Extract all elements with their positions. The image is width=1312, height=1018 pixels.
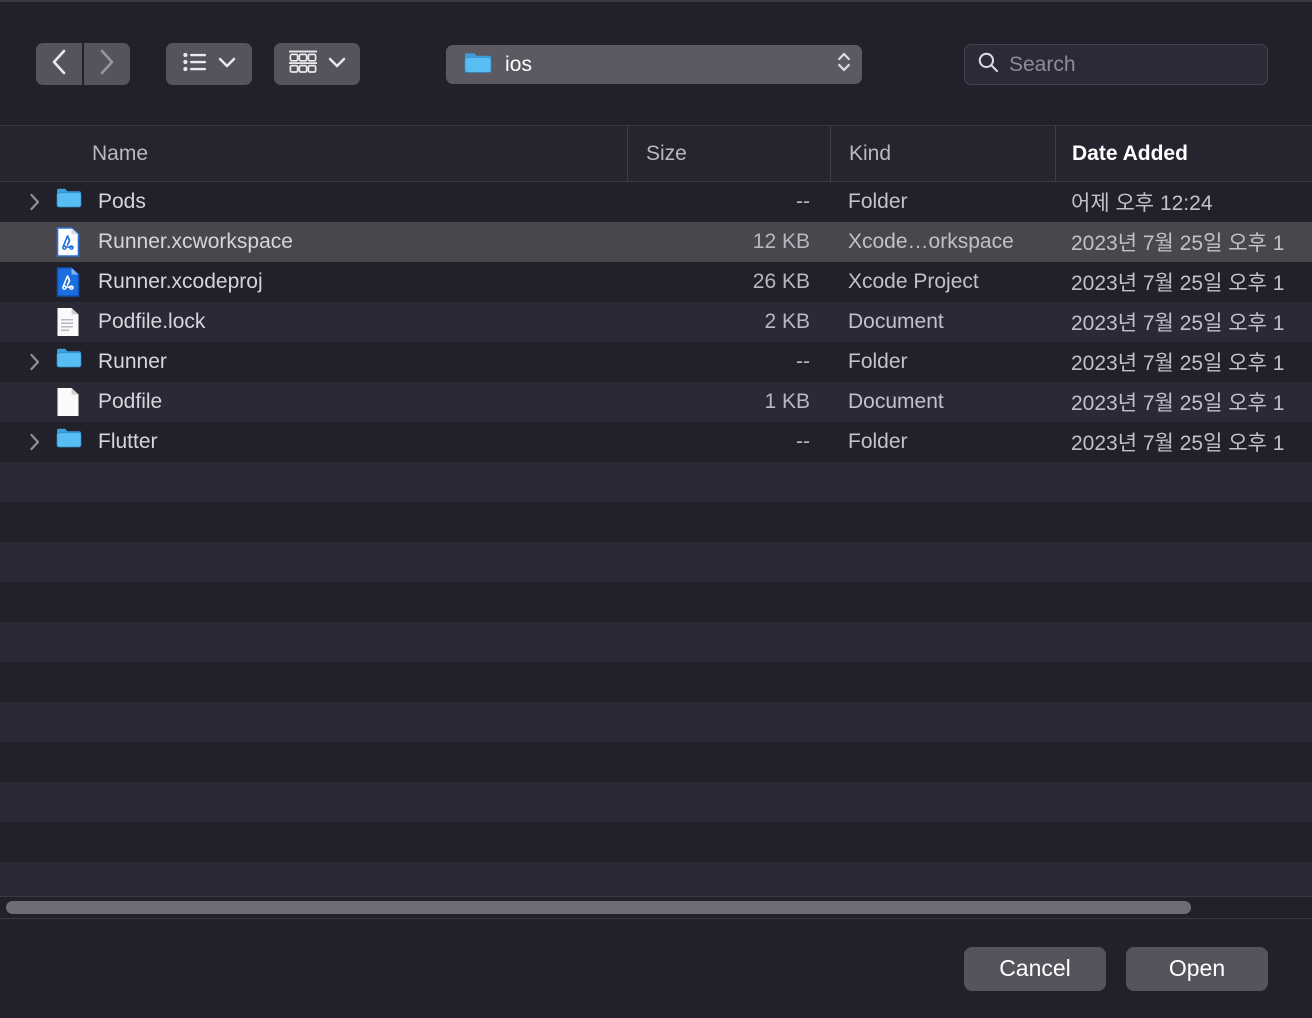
- file-date-added-cell: 2023년 7월 25일 오후 1: [1071, 392, 1285, 415]
- file-name-label: Podfile: [98, 390, 163, 413]
- grid-view-icon: [288, 50, 317, 77]
- file-name-label: Podfile.lock: [98, 310, 206, 333]
- dialog-footer: Cancel Open: [0, 918, 1312, 1018]
- folder-icon: [56, 427, 82, 457]
- blank-document-icon: [56, 387, 82, 417]
- file-kind-cell: Xcode Project: [848, 270, 979, 293]
- text-document-icon: [56, 307, 82, 337]
- file-size-cell: --: [796, 430, 810, 453]
- file-name-cell: Flutter: [0, 427, 627, 457]
- file-date-added-cell: 2023년 7월 25일 오후 1: [1071, 432, 1285, 455]
- file-name-cell: Podfile.lock: [0, 307, 627, 337]
- forward-button[interactable]: [84, 42, 130, 85]
- file-date-added-cell: 2023년 7월 25일 오후 1: [1071, 232, 1285, 255]
- column-header-size-label: Size: [646, 141, 687, 165]
- dialog-toolbar: ios: [0, 2, 1312, 125]
- empty-row: [0, 502, 1312, 542]
- empty-row: [0, 702, 1312, 742]
- magnifier-icon: [977, 51, 999, 78]
- table-row[interactable]: Pods -- Folder 어제 오후 12:24: [0, 182, 1312, 222]
- chevron-right-icon: [99, 49, 115, 78]
- chevron-down-icon: [218, 56, 236, 71]
- list-view-icon: [182, 52, 207, 75]
- file-kind-cell: Folder: [848, 350, 908, 373]
- column-header-kind-label: Kind: [849, 141, 892, 165]
- xcode-workspace-icon: [56, 227, 82, 257]
- column-header-date-added[interactable]: Date Added: [1055, 126, 1312, 181]
- empty-row: [0, 622, 1312, 662]
- empty-row: [0, 462, 1312, 502]
- view-mode-button[interactable]: [166, 42, 252, 85]
- column-header-date-added-label: Date Added: [1072, 141, 1188, 165]
- file-name-cell: Runner.xcodeproj: [0, 267, 627, 297]
- table-row[interactable]: Runner.xcodeproj 26 KB Xcode Project 2023년 …: [0, 262, 1312, 302]
- up-down-chevron-icon: [836, 48, 852, 81]
- empty-row: [0, 822, 1312, 862]
- empty-row: [0, 742, 1312, 782]
- xcode-project-icon: [56, 267, 82, 297]
- file-name-label: Runner.xcworkspace: [98, 230, 293, 253]
- folder-icon: [56, 187, 82, 217]
- open-file-dialog: ios Name Size Ki: [0, 0, 1312, 1018]
- column-header-kind[interactable]: Kind: [830, 126, 1055, 181]
- horizontal-scrollbar-thumb[interactable]: [6, 901, 1191, 914]
- file-date-added-cell: 2023년 7월 25일 오후 1: [1071, 312, 1285, 335]
- file-name-cell: Runner: [0, 347, 627, 377]
- file-name-label: Runner: [98, 350, 167, 373]
- chevron-down-icon: [328, 56, 346, 71]
- file-date-added-cell: 2023년 7월 25일 오후 1: [1071, 352, 1285, 375]
- table-row[interactable]: Podfile 1 KB Document 2023년 7월 25일 오후 1: [0, 382, 1312, 422]
- empty-row: [0, 582, 1312, 622]
- file-name-label: Flutter: [98, 430, 158, 453]
- empty-row: [0, 782, 1312, 822]
- file-size-cell: --: [796, 350, 810, 373]
- file-kind-cell: Folder: [848, 430, 908, 453]
- folder-icon: [56, 347, 82, 377]
- open-button[interactable]: Open: [1126, 946, 1268, 991]
- file-name-label: Runner.xcodeproj: [98, 270, 263, 293]
- file-size-cell: 26 KB: [752, 270, 810, 293]
- column-header-name-label: Name: [92, 141, 149, 165]
- table-row[interactable]: Flutter -- Folder 2023년 7월 25일 오후 1: [0, 422, 1312, 462]
- file-name-label: Pods: [98, 190, 146, 213]
- disclosure-triangle-icon[interactable]: [24, 193, 46, 211]
- file-size-cell: 12 KB: [752, 230, 810, 253]
- folder-icon: [464, 51, 492, 79]
- file-size-cell: 2 KB: [764, 310, 810, 333]
- file-kind-cell: Xcode…orkspace: [848, 230, 1014, 253]
- search-input[interactable]: [1009, 52, 1280, 77]
- file-name-cell: Podfile: [0, 387, 627, 417]
- path-popup-button[interactable]: ios: [446, 45, 862, 84]
- column-header-size[interactable]: Size: [627, 126, 830, 181]
- file-date-added-cell: 2023년 7월 25일 오후 1: [1071, 272, 1285, 295]
- file-date-added-cell: 어제 오후 12:24: [1071, 192, 1213, 215]
- group-mode-button[interactable]: [274, 42, 360, 85]
- file-kind-cell: Document: [848, 310, 944, 333]
- disclosure-triangle-icon[interactable]: [24, 353, 46, 371]
- file-name-cell: Pods: [0, 187, 627, 217]
- path-label: ios: [505, 52, 533, 76]
- search-field[interactable]: [964, 44, 1280, 85]
- horizontal-scrollbar[interactable]: [0, 896, 1312, 918]
- empty-row: [0, 542, 1312, 582]
- cancel-button[interactable]: Cancel: [964, 946, 1106, 991]
- file-kind-cell: Folder: [848, 190, 908, 213]
- navigation-button-group: [36, 42, 130, 85]
- column-header-row: Name Size Kind Date Added: [0, 125, 1312, 182]
- file-kind-cell: Document: [848, 390, 944, 413]
- disclosure-triangle-icon[interactable]: [24, 433, 46, 451]
- table-row[interactable]: Podfile.lock 2 KB Document 2023년 7월 25일 오후 …: [0, 302, 1312, 342]
- column-header-name[interactable]: Name: [0, 126, 627, 181]
- back-button[interactable]: [36, 42, 82, 85]
- table-row[interactable]: Runner.xcworkspace 12 KB Xcode…orkspace 202…: [0, 222, 1312, 262]
- table-row[interactable]: Runner -- Folder 2023년 7월 25일 오후 1: [0, 342, 1312, 382]
- file-size-cell: 1 KB: [764, 390, 810, 413]
- file-name-cell: Runner.xcworkspace: [0, 227, 627, 257]
- file-list[interactable]: Pods -- Folder 어제 오후 12:24 Runner.xcworkspac…: [0, 182, 1312, 918]
- chevron-left-icon: [51, 49, 67, 78]
- file-size-cell: --: [796, 190, 810, 213]
- empty-row: [0, 662, 1312, 702]
